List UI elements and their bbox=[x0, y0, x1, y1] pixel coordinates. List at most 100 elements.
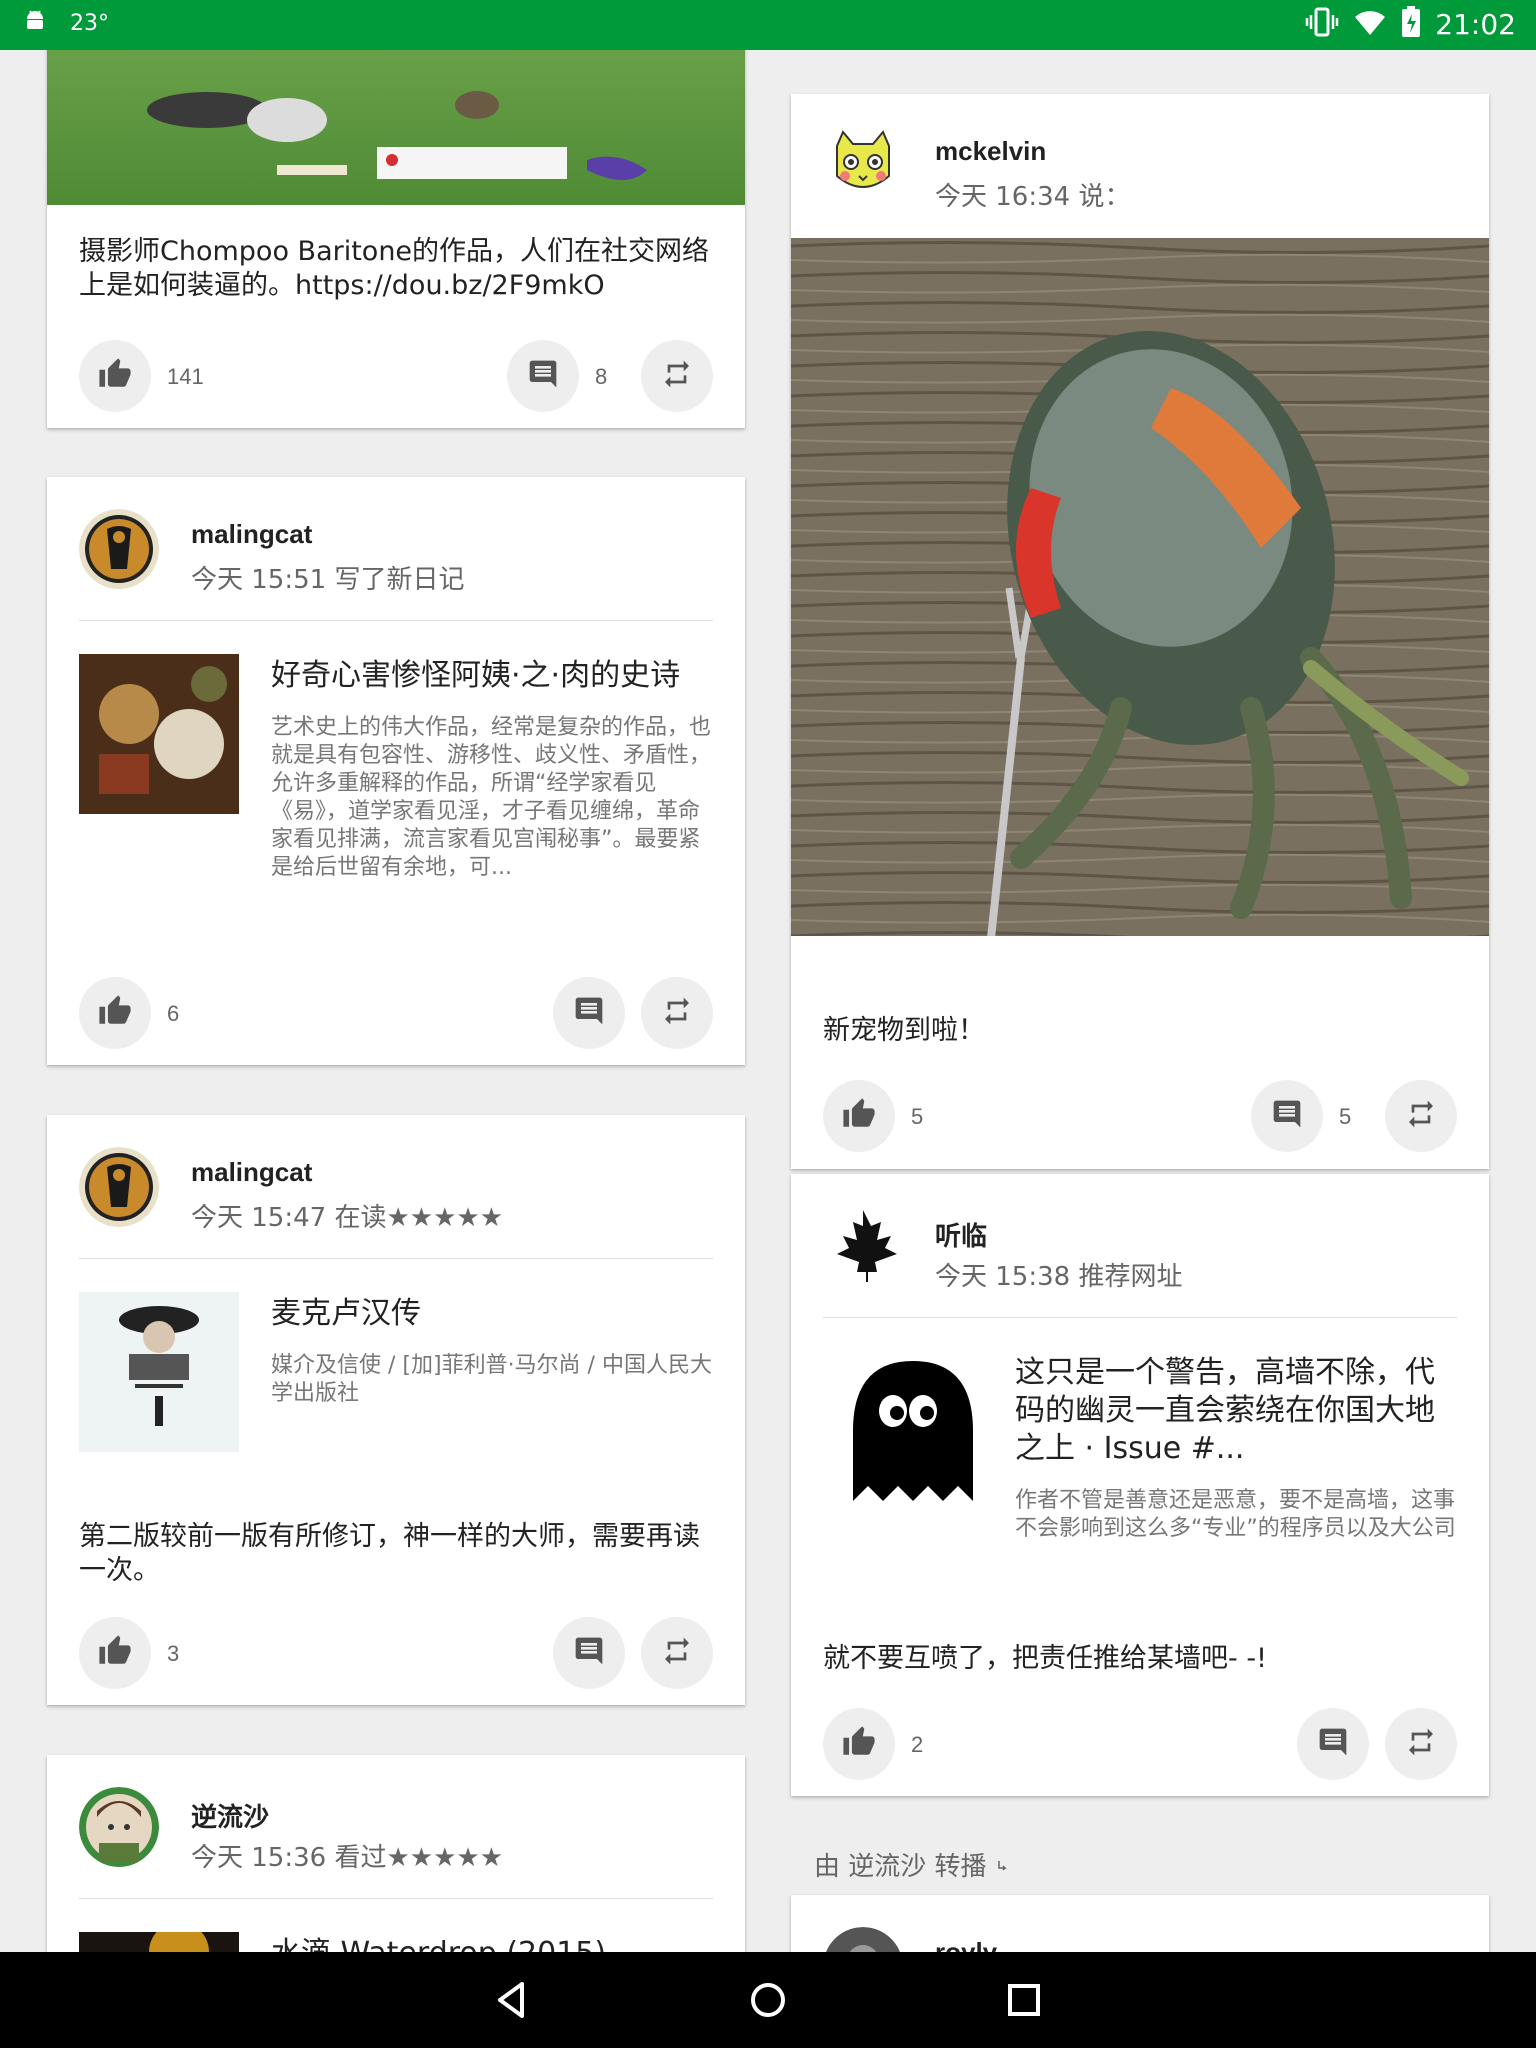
comment-button[interactable] bbox=[553, 977, 625, 1049]
thumb-up-icon bbox=[842, 1097, 876, 1135]
status-card[interactable]: 听临 今天 15:38 推荐网址 这只是一个警告，高墙不除，代码的幽灵一直会萦绕… bbox=[791, 1174, 1489, 1796]
author-name[interactable]: royly bbox=[935, 1937, 997, 1952]
clock: 21:02 bbox=[1435, 7, 1516, 41]
card-header[interactable]: 听临 今天 15:38 推荐网址 bbox=[823, 1206, 1457, 1292]
reshare-button[interactable] bbox=[1385, 1708, 1457, 1780]
comment-button[interactable] bbox=[507, 340, 579, 412]
status-bar: 23° 21:02 bbox=[0, 0, 1536, 50]
card-header[interactable]: 逆流沙 今天 15:36 看过★★★★★ bbox=[79, 1787, 713, 1873]
status-card[interactable]: 逆流沙 今天 15:36 看过★★★★★ 水滴 Waterdrop (2015) bbox=[47, 1755, 745, 1952]
comment-button[interactable] bbox=[1297, 1708, 1369, 1780]
divider bbox=[79, 1898, 713, 1899]
attachment-description: 艺术史上的伟大作品，经常是复杂的作品，也就是具有包容性、游移性、歧义性、矛盾性，… bbox=[271, 715, 712, 880]
like-count: 5 bbox=[911, 1104, 924, 1129]
post-image[interactable] bbox=[791, 238, 1489, 936]
post-meta: 今天 15:47 在读★★★★★ bbox=[191, 1203, 504, 1233]
divider bbox=[79, 620, 713, 621]
temperature-text: 23° bbox=[70, 10, 109, 36]
reshare-label-text: 由 逆流沙 转播 bbox=[814, 1852, 987, 1882]
link-thumbnail[interactable] bbox=[823, 1351, 983, 1511]
avatar[interactable] bbox=[79, 509, 159, 589]
like-count: 2 bbox=[911, 1732, 924, 1757]
recents-icon bbox=[1000, 1984, 1048, 2028]
android-icon bbox=[24, 8, 46, 38]
feed[interactable]: 摄影师Chompoo Baritone的作品，人们在社交网络上是如何装逼的。ht… bbox=[0, 50, 1536, 1952]
attachment-title[interactable]: 这只是一个警告，高墙不除，代码的幽灵一直会萦绕在你国大地之上 · Issue #… bbox=[1015, 1354, 1457, 1468]
wifi-icon bbox=[1353, 7, 1387, 41]
attachment-title[interactable]: 水滴 Waterdrop (2015) bbox=[271, 1935, 713, 1952]
reshare-button[interactable] bbox=[1385, 1080, 1457, 1152]
back-icon bbox=[488, 1982, 536, 2028]
avatar[interactable] bbox=[823, 1927, 903, 1952]
back-button[interactable] bbox=[488, 1976, 536, 2024]
reshare-button[interactable] bbox=[641, 1617, 713, 1689]
comment-count: 5 bbox=[1339, 1104, 1352, 1129]
navigation-bar bbox=[0, 1952, 1536, 2048]
repeat-icon bbox=[1405, 1726, 1437, 1762]
post-meta: 今天 15:36 看过★★★★★ bbox=[191, 1843, 504, 1873]
reshare-arrow-icon bbox=[995, 1850, 1009, 1880]
like-button[interactable] bbox=[79, 340, 151, 412]
repeat-icon bbox=[661, 358, 693, 394]
card-header[interactable]: royly bbox=[823, 1927, 1457, 1952]
movie-poster[interactable] bbox=[79, 1932, 239, 1952]
status-card[interactable]: royly bbox=[791, 1895, 1489, 1952]
post-image[interactable] bbox=[47, 50, 745, 205]
comment-button[interactable] bbox=[553, 1617, 625, 1689]
post-text: 摄影师Chompoo Baritone的作品，人们在社交网络上是如何装逼的。ht… bbox=[79, 236, 710, 301]
thumb-up-icon bbox=[842, 1725, 876, 1763]
repeat-icon bbox=[661, 1635, 693, 1671]
status-card[interactable]: malingcat 今天 15:51 写了新日记 好奇心害惨怪阿姨·之·肉的史诗… bbox=[47, 477, 745, 1065]
author-name[interactable]: malingcat bbox=[191, 1157, 312, 1188]
reshare-button[interactable] bbox=[641, 977, 713, 1049]
card-header[interactable]: malingcat 今天 15:51 写了新日记 bbox=[79, 509, 713, 595]
like-count: 6 bbox=[167, 1001, 180, 1026]
like-button[interactable] bbox=[79, 1617, 151, 1689]
comment-button[interactable] bbox=[1251, 1080, 1323, 1152]
repeat-icon bbox=[661, 995, 693, 1031]
card-header[interactable]: mckelvin 今天 16:34 说： bbox=[823, 126, 1457, 212]
comment-icon bbox=[1317, 1726, 1349, 1762]
post-text: 新宠物到啦！ bbox=[823, 1015, 985, 1046]
like-button[interactable] bbox=[823, 1708, 895, 1780]
home-button[interactable] bbox=[744, 1976, 792, 2024]
comment-count: 8 bbox=[595, 364, 608, 389]
post-meta: 今天 15:51 写了新日记 bbox=[191, 565, 465, 595]
author-name[interactable]: 听临 bbox=[935, 1216, 987, 1253]
post-text: 就不要互喷了，把责任推给某墙吧- -! bbox=[823, 1643, 1267, 1674]
author-name[interactable]: 逆流沙 bbox=[191, 1797, 269, 1834]
reshare-button[interactable] bbox=[641, 340, 713, 412]
avatar[interactable] bbox=[79, 1147, 159, 1227]
vibrate-icon bbox=[1305, 7, 1339, 41]
author-name[interactable]: mckelvin bbox=[935, 136, 1046, 167]
card-header[interactable]: malingcat 今天 15:47 在读★★★★★ bbox=[79, 1147, 713, 1233]
post-meta: 今天 15:38 推荐网址 bbox=[935, 1262, 1183, 1292]
battery-icon bbox=[1401, 6, 1421, 42]
post-meta: 今天 16:34 说： bbox=[935, 182, 1131, 212]
attachment-thumbnail[interactable] bbox=[79, 654, 239, 814]
repeat-icon bbox=[1405, 1098, 1437, 1134]
like-button[interactable] bbox=[823, 1080, 895, 1152]
like-count: 3 bbox=[167, 1641, 180, 1666]
thumb-up-icon bbox=[98, 1634, 132, 1672]
book-cover[interactable] bbox=[79, 1292, 239, 1452]
thumb-up-icon bbox=[98, 994, 132, 1032]
status-card[interactable]: malingcat 今天 15:47 在读★★★★★ 麦克卢汉传 媒介及信使 /… bbox=[47, 1115, 745, 1705]
avatar[interactable] bbox=[823, 126, 903, 206]
avatar[interactable] bbox=[79, 1787, 159, 1867]
status-card[interactable]: mckelvin 今天 16:34 说： 新宠物到啦！ 5 5 bbox=[791, 94, 1489, 1169]
author-name[interactable]: malingcat bbox=[191, 519, 312, 550]
thumb-up-icon bbox=[98, 357, 132, 395]
comment-icon bbox=[573, 1635, 605, 1671]
like-button[interactable] bbox=[79, 977, 151, 1049]
attachment-title[interactable]: 麦克卢汉传 bbox=[271, 1295, 713, 1333]
avatar[interactable] bbox=[823, 1206, 903, 1286]
status-card[interactable]: 摄影师Chompoo Baritone的作品，人们在社交网络上是如何装逼的。ht… bbox=[47, 50, 745, 428]
divider bbox=[823, 1317, 1457, 1318]
attachment-description: 媒介及信使 / [加]菲利普·马尔尚 / 中国人民大学出版社 bbox=[271, 1353, 712, 1406]
comment-icon bbox=[573, 995, 605, 1031]
home-icon bbox=[744, 1983, 792, 2028]
reshare-label[interactable]: 由 逆流沙 转播 bbox=[814, 1846, 1009, 1883]
attachment-title[interactable]: 好奇心害惨怪阿姨·之·肉的史诗 bbox=[271, 657, 713, 695]
recents-button[interactable] bbox=[1000, 1976, 1048, 2024]
